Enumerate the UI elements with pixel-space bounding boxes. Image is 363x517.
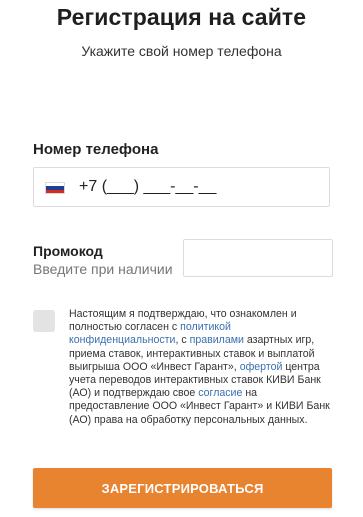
register-button[interactable]: Зарегистрироваться <box>33 468 332 508</box>
phone-input[interactable] <box>79 178 319 196</box>
page-subtitle: Укажите свой номер телефона <box>81 43 282 59</box>
promo-label: Промокод <box>33 243 103 259</box>
promo-input[interactable] <box>183 239 333 277</box>
russia-flag-icon[interactable] <box>45 182 65 194</box>
consent-checkbox[interactable] <box>33 310 55 332</box>
offer-link[interactable]: офертой <box>240 361 283 373</box>
consent-text: Настоящим я подтверждаю, что ознакомлен … <box>69 308 330 426</box>
page-title: Регистрация на сайте <box>56 4 307 30</box>
promo-hint: Введите при наличии <box>33 261 173 277</box>
phone-field[interactable] <box>33 167 330 207</box>
agreement-link[interactable]: согласие <box>198 387 242 399</box>
phone-label: Номер телефона <box>33 141 159 158</box>
rules-link[interactable]: правилами <box>190 334 244 346</box>
